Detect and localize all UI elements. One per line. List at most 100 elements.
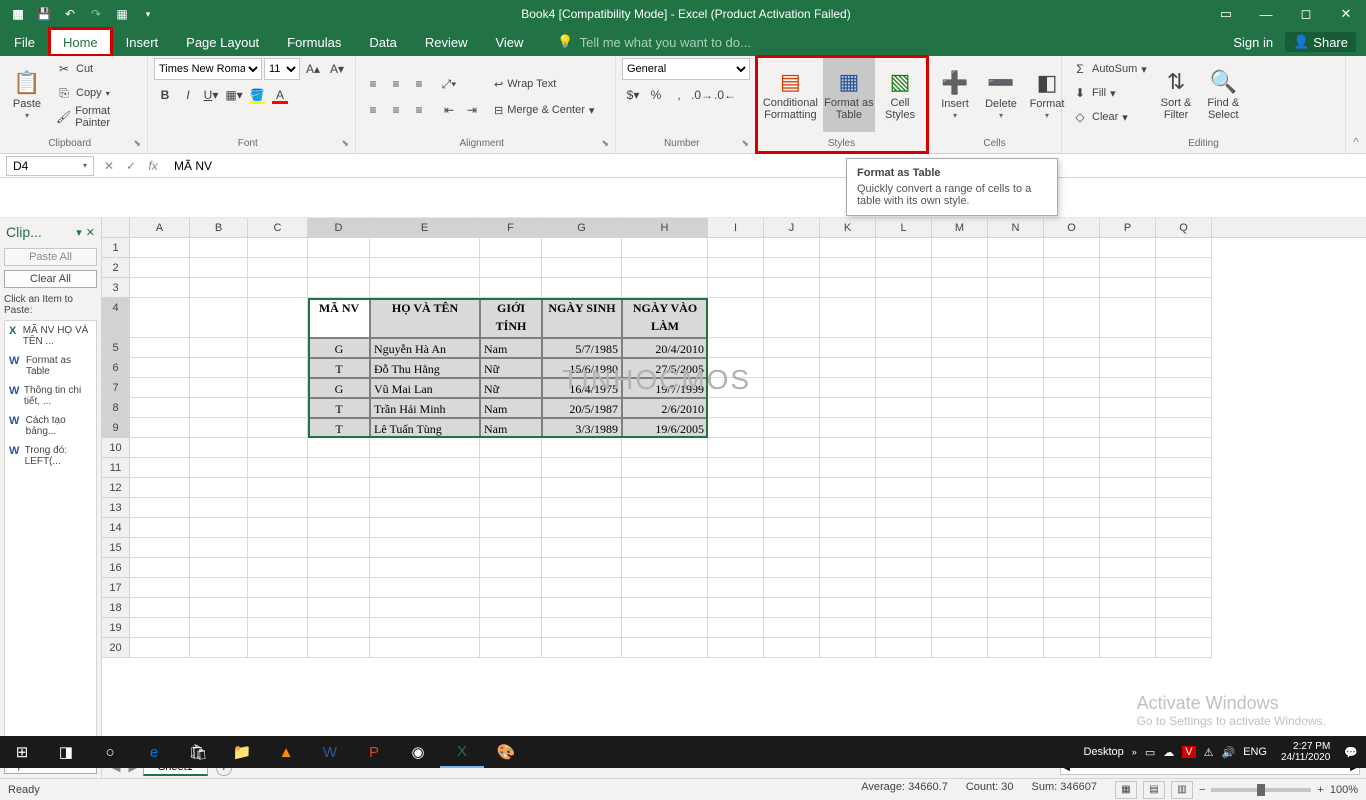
cell-K5[interactable]	[820, 338, 876, 358]
row-header-15[interactable]: 15	[102, 538, 130, 558]
task-view-button[interactable]: ◨	[44, 736, 88, 768]
cell-I12[interactable]	[708, 478, 764, 498]
cell-H20[interactable]	[622, 638, 708, 658]
cell-L10[interactable]	[876, 438, 932, 458]
cell-A4[interactable]	[130, 298, 190, 338]
cell-A11[interactable]	[130, 458, 190, 478]
cell-D10[interactable]	[308, 438, 370, 458]
sort-filter-button[interactable]: ⇅Sort & Filter	[1155, 58, 1198, 132]
tab-view[interactable]: View	[481, 28, 537, 56]
clip-item-3[interactable]: WCách tạo bảng...	[5, 411, 96, 441]
cell-M2[interactable]	[932, 258, 988, 278]
align-middle-button[interactable]: ≡	[385, 73, 407, 95]
cell-B15[interactable]	[190, 538, 248, 558]
cell-D8[interactable]: T	[308, 398, 370, 418]
cell-O11[interactable]	[1044, 458, 1100, 478]
cell-H14[interactable]	[622, 518, 708, 538]
clip-item-1[interactable]: WFormat as Table	[5, 351, 96, 381]
cell-J4[interactable]	[764, 298, 820, 338]
row-header-10[interactable]: 10	[102, 438, 130, 458]
cell-N17[interactable]	[988, 578, 1044, 598]
cell-I6[interactable]	[708, 358, 764, 378]
cell-H8[interactable]: 2/6/2010	[622, 398, 708, 418]
cell-N8[interactable]	[988, 398, 1044, 418]
cell-F7[interactable]: Nữ	[480, 378, 542, 398]
tab-data[interactable]: Data	[355, 28, 410, 56]
cell-A7[interactable]	[130, 378, 190, 398]
column-header-N[interactable]: N	[988, 218, 1044, 237]
tellme-search[interactable]: 💡 Tell me what you want to do...	[537, 28, 1233, 56]
cell-G4[interactable]: NGÀY SINH	[542, 298, 622, 338]
comma-button[interactable]: ,	[668, 84, 690, 106]
cell-C14[interactable]	[248, 518, 308, 538]
cell-O1[interactable]	[1044, 238, 1100, 258]
cell-I15[interactable]	[708, 538, 764, 558]
row-header-3[interactable]: 3	[102, 278, 130, 298]
cell-I1[interactable]	[708, 238, 764, 258]
cell-O16[interactable]	[1044, 558, 1100, 578]
row-header-7[interactable]: 7	[102, 378, 130, 398]
cell-I11[interactable]	[708, 458, 764, 478]
row-header-2[interactable]: 2	[102, 258, 130, 278]
row-header-18[interactable]: 18	[102, 598, 130, 618]
cell-B20[interactable]	[190, 638, 248, 658]
cell-C18[interactable]	[248, 598, 308, 618]
cell-N10[interactable]	[988, 438, 1044, 458]
cell-B1[interactable]	[190, 238, 248, 258]
cell-P17[interactable]	[1100, 578, 1156, 598]
cell-J8[interactable]	[764, 398, 820, 418]
underline-button[interactable]: U▾	[200, 84, 222, 106]
cell-L8[interactable]	[876, 398, 932, 418]
desktop-label[interactable]: Desktop	[1083, 746, 1123, 758]
cell-E8[interactable]: Trần Hải Minh	[370, 398, 480, 418]
column-header-F[interactable]: F	[480, 218, 542, 237]
cell-G19[interactable]	[542, 618, 622, 638]
cell-L14[interactable]	[876, 518, 932, 538]
cancel-fx-button[interactable]: ✕	[100, 159, 118, 173]
cell-B14[interactable]	[190, 518, 248, 538]
chrome-icon[interactable]: ◉	[396, 736, 440, 768]
cell-B3[interactable]	[190, 278, 248, 298]
cell-F12[interactable]	[480, 478, 542, 498]
cell-P8[interactable]	[1100, 398, 1156, 418]
cell-L13[interactable]	[876, 498, 932, 518]
cell-G14[interactable]	[542, 518, 622, 538]
zoom-out-button[interactable]: −	[1199, 784, 1205, 796]
cell-I10[interactable]	[708, 438, 764, 458]
cell-H17[interactable]	[622, 578, 708, 598]
cell-A8[interactable]	[130, 398, 190, 418]
cell-B17[interactable]	[190, 578, 248, 598]
copy-button[interactable]: ⎘Copy ▾	[52, 82, 141, 104]
fx-button[interactable]: fx	[144, 159, 162, 173]
cell-C15[interactable]	[248, 538, 308, 558]
cell-L15[interactable]	[876, 538, 932, 558]
align-left-button[interactable]: ≡	[362, 99, 384, 121]
cell-B6[interactable]	[190, 358, 248, 378]
cell-O19[interactable]	[1044, 618, 1100, 638]
tray-overflow-icon[interactable]: »	[1132, 747, 1137, 757]
cell-Q20[interactable]	[1156, 638, 1212, 658]
cell-D15[interactable]	[308, 538, 370, 558]
cell-C2[interactable]	[248, 258, 308, 278]
cell-K7[interactable]	[820, 378, 876, 398]
cell-C17[interactable]	[248, 578, 308, 598]
row-header-19[interactable]: 19	[102, 618, 130, 638]
cell-N20[interactable]	[988, 638, 1044, 658]
tab-insert[interactable]: Insert	[112, 28, 173, 56]
tab-file[interactable]: File	[0, 28, 49, 56]
column-header-B[interactable]: B	[190, 218, 248, 237]
cell-Q9[interactable]	[1156, 418, 1212, 438]
column-header-K[interactable]: K	[820, 218, 876, 237]
find-select-button[interactable]: 🔍Find & Select	[1201, 58, 1245, 132]
maximize-button[interactable]: ◻	[1286, 0, 1326, 28]
cell-L7[interactable]	[876, 378, 932, 398]
row-header-17[interactable]: 17	[102, 578, 130, 598]
cell-Q13[interactable]	[1156, 498, 1212, 518]
cell-D16[interactable]	[308, 558, 370, 578]
delete-cells-button[interactable]: ➖Delete▾	[980, 58, 1022, 132]
cell-G15[interactable]	[542, 538, 622, 558]
cell-E18[interactable]	[370, 598, 480, 618]
cell-M3[interactable]	[932, 278, 988, 298]
cell-L1[interactable]	[876, 238, 932, 258]
tray-app-icon[interactable]: ▭	[1145, 746, 1155, 759]
